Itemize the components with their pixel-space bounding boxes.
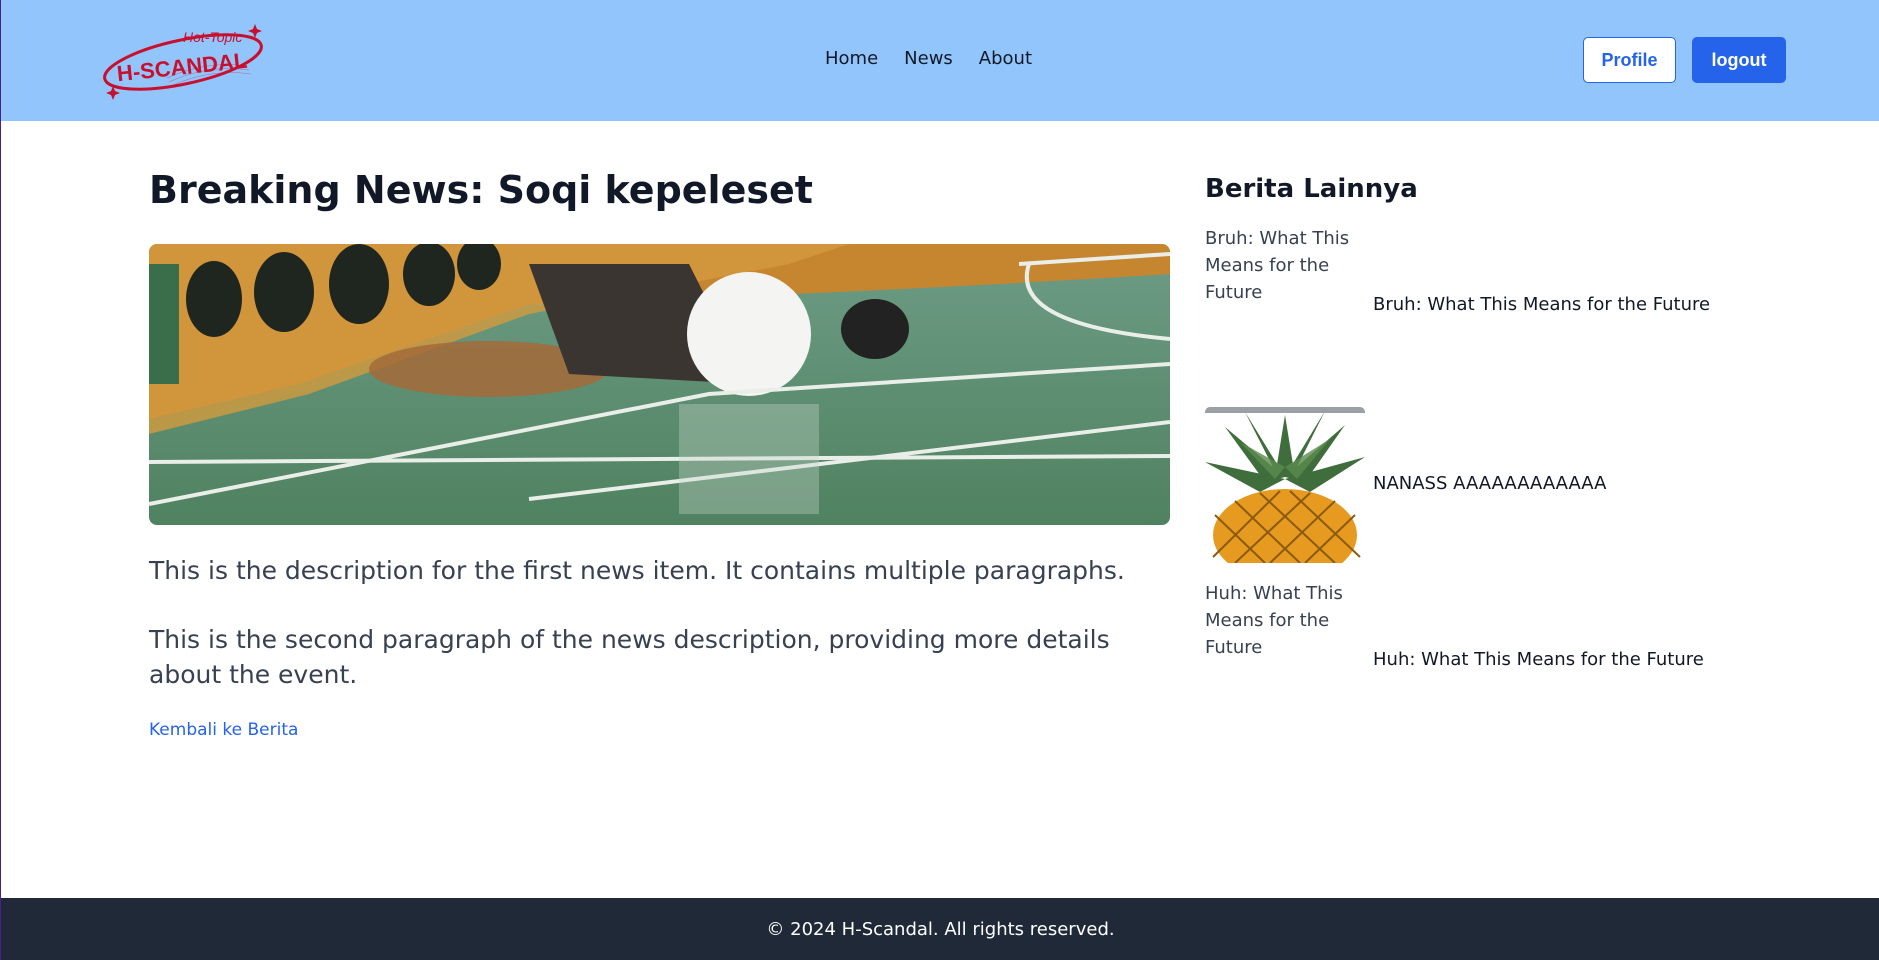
site-logo[interactable]: Hot-Topic H-SCANDAL [97, 20, 277, 102]
svg-text:Hot-Topic: Hot-Topic [183, 29, 242, 45]
article-paragraph: This is the second paragraph of the news… [149, 625, 1110, 689]
image-alt-text: Bruh: What This Means for the Future [1205, 228, 1350, 303]
copyright-text: © 2024 H-Scandal. All rights reserved. [766, 918, 1115, 940]
broken-image-thumbnail: Bruh: What This Means for the Future [1205, 225, 1365, 381]
image-alt-text: Huh: What This Means for the Future [1205, 583, 1343, 658]
nav-link-home[interactable]: Home [825, 48, 878, 69]
logout-button[interactable]: logout [1692, 37, 1786, 83]
related-news-title: Bruh: What This Means for the Future [1373, 294, 1711, 315]
profile-button[interactable]: Profile [1583, 37, 1676, 83]
nav-link-about[interactable]: About [979, 48, 1032, 69]
article-paragraph: This is the description for the first ne… [149, 556, 1125, 585]
sidebar-title: Berita Lainnya [1205, 174, 1418, 204]
nav-link-news[interactable]: News [904, 48, 953, 69]
navbar: Hot-Topic H-SCANDAL Home News About Prof… [1, 0, 1879, 121]
back-to-news-link[interactable]: Kembali ke Berita [149, 720, 298, 740]
related-news-item[interactable]: NANASS AAAAAAAAAAAA [1205, 407, 1745, 563]
site-footer: © 2024 H-Scandal. All rights reserved. [1, 898, 1879, 960]
related-news-item[interactable]: Huh: What This Means for the Future Huh:… [1205, 580, 1745, 736]
related-news-title: Huh: What This Means for the Future [1373, 649, 1704, 670]
article-title: Breaking News: Soqi kepeleset [149, 168, 813, 212]
main-nav: Home News About [825, 48, 1032, 69]
related-news-title: NANASS AAAAAAAAAAAA [1373, 473, 1607, 494]
article-hero-image [149, 244, 1170, 525]
related-news-item[interactable]: Bruh: What This Means for the Future Bru… [1205, 225, 1745, 381]
broken-image-thumbnail: Huh: What This Means for the Future [1205, 580, 1365, 736]
pineapple-thumbnail [1205, 407, 1365, 563]
